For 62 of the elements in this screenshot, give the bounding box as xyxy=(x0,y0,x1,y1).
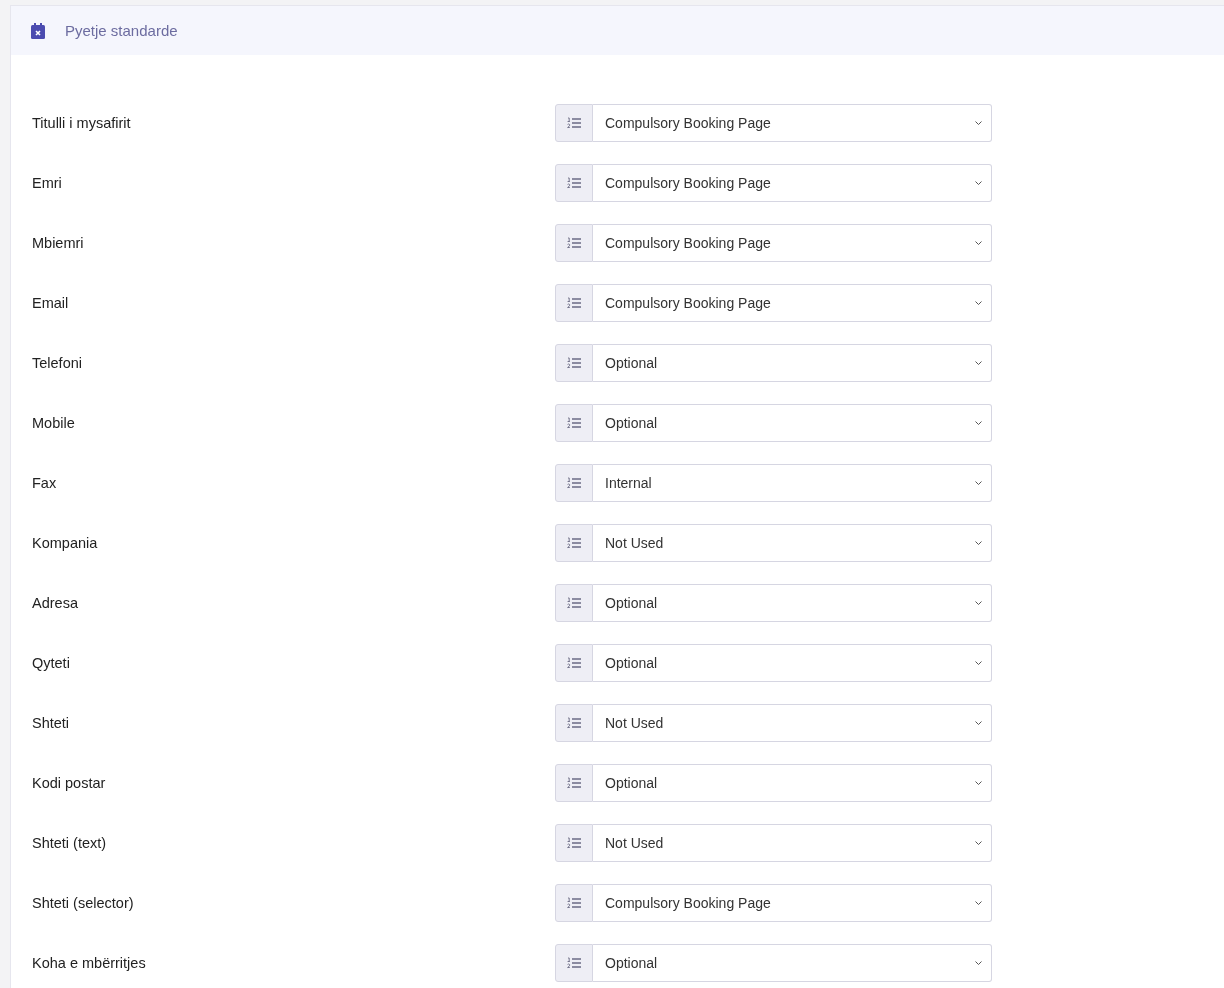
chevron-down-icon xyxy=(975,241,982,245)
numbered-list-icon xyxy=(567,537,581,549)
dropdown[interactable]: Optional xyxy=(593,584,992,622)
dropdown[interactable]: Optional xyxy=(593,644,992,682)
chevron-down-icon xyxy=(975,541,982,545)
numbered-list-icon xyxy=(567,837,581,849)
field-label: Kompania xyxy=(32,535,99,551)
field-label: Kodi postar xyxy=(32,775,107,791)
dropdown[interactable]: Compulsory Booking Page xyxy=(593,104,992,142)
numbered-list-icon xyxy=(567,357,581,369)
dropdown[interactable]: Not Used xyxy=(593,524,992,562)
field-label: Titulli i mysafirit xyxy=(32,115,132,131)
field-label: Fax xyxy=(32,475,58,491)
field-label: Mbiemri xyxy=(32,235,85,251)
numbered-list-icon xyxy=(567,657,581,669)
dropdown[interactable]: Not Used xyxy=(593,704,992,742)
chevron-down-icon xyxy=(975,301,982,305)
field-label: Shteti xyxy=(32,715,71,731)
dropdown[interactable]: Internal xyxy=(593,464,992,502)
chevron-down-icon xyxy=(975,601,982,605)
dropdown[interactable]: Optional xyxy=(593,764,992,802)
numbered-list-icon xyxy=(567,237,581,249)
dropdown[interactable]: Compulsory Booking Page xyxy=(593,284,992,322)
numbered-list-icon xyxy=(567,717,581,729)
numbered-list-icon xyxy=(567,417,581,429)
numbered-list-icon xyxy=(567,777,581,789)
dropdown[interactable]: Compulsory Booking Page xyxy=(593,224,992,262)
numbered-list-icon xyxy=(567,597,581,609)
chevron-down-icon xyxy=(975,481,982,485)
numbered-list-icon xyxy=(567,897,581,909)
numbered-list-icon xyxy=(567,177,581,189)
chevron-down-icon xyxy=(975,661,982,665)
chevron-down-icon xyxy=(975,361,982,365)
field-label: Shteti (selector) xyxy=(32,895,135,911)
chevron-down-icon xyxy=(975,121,982,125)
numbered-list-icon xyxy=(567,477,581,489)
field-label: Mobile xyxy=(32,415,76,431)
dropdown[interactable]: Compulsory Booking Page xyxy=(593,164,992,202)
chevron-down-icon xyxy=(975,181,982,185)
chevron-down-icon xyxy=(975,721,982,725)
dropdown[interactable]: Optional xyxy=(593,344,992,382)
panel-title: Pyetje standarde xyxy=(65,22,178,39)
field-label: Shteti (text) xyxy=(32,835,108,851)
chevron-down-icon xyxy=(975,961,982,965)
field-label: Emri xyxy=(32,175,63,191)
field-label: Koha e mbërritjes xyxy=(32,955,147,971)
dropdown[interactable]: Optional xyxy=(593,404,992,442)
chevron-down-icon xyxy=(975,781,982,785)
field-label: Qyteti xyxy=(32,655,71,671)
numbered-list-icon xyxy=(567,117,581,129)
field-label: Adresa xyxy=(32,595,79,611)
numbered-list-icon xyxy=(567,297,581,309)
numbered-list-icon xyxy=(567,957,581,969)
chevron-down-icon xyxy=(975,901,982,905)
field-label: Email xyxy=(32,295,70,311)
chevron-down-icon xyxy=(975,841,982,845)
field-label: Telefoni xyxy=(32,355,83,371)
dropdown[interactable]: Compulsory Booking Page xyxy=(593,884,992,922)
chevron-down-icon xyxy=(975,421,982,425)
dropdown[interactable]: Optional xyxy=(593,944,992,982)
dropdown[interactable]: Not Used xyxy=(593,824,992,862)
calendar-x-icon xyxy=(31,22,45,39)
